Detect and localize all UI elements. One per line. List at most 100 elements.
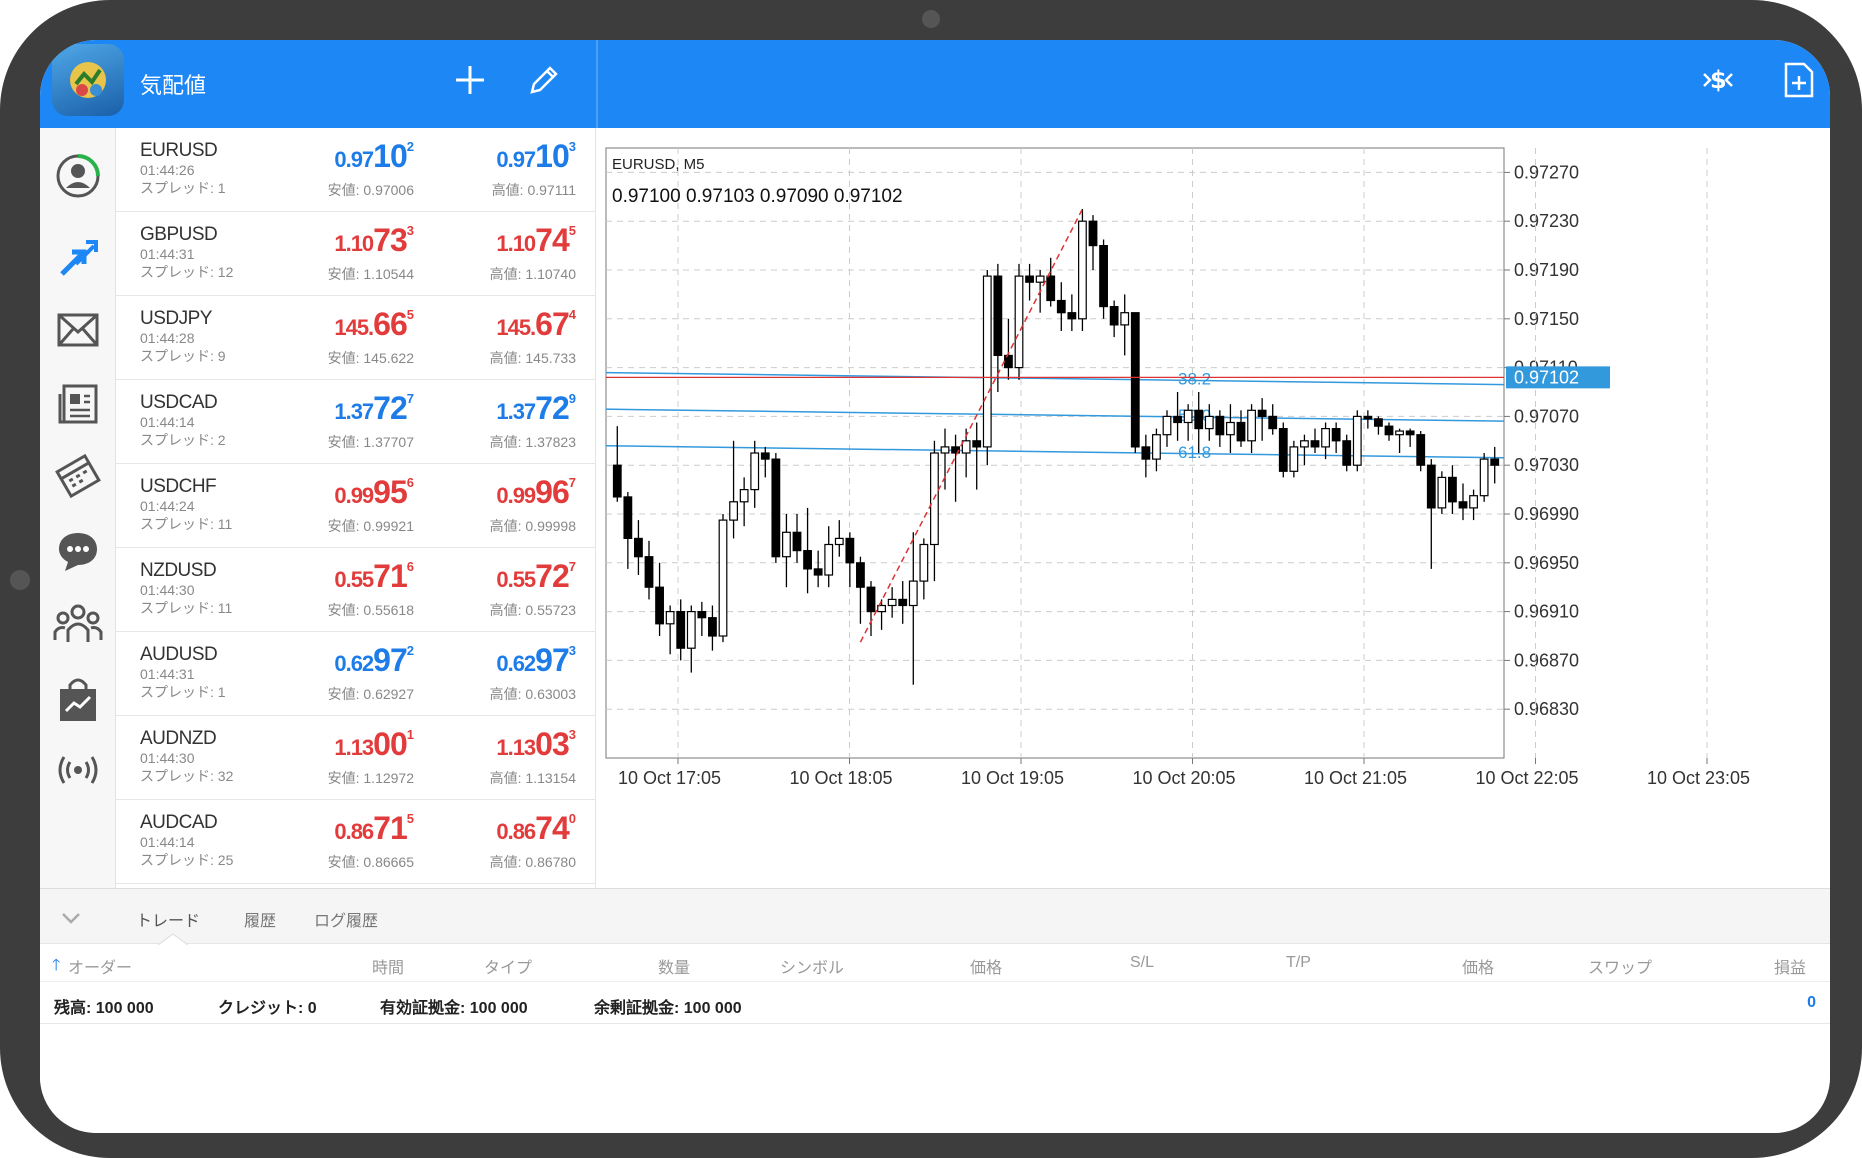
ask-prefix: 0.86: [496, 819, 536, 844]
fib-level-label: 61.8: [1178, 443, 1211, 462]
col-profit[interactable]: 損益: [1774, 954, 1806, 978]
bid-price[interactable]: 0.55716: [334, 558, 414, 595]
quote-row[interactable]: AUDCAD 01:44:14 スプレッド: 25 0.86715 0.86740 安値:…: [116, 800, 595, 884]
price-chart[interactable]: 0.972700.972300.971900.971500.971100.970…: [598, 128, 1830, 888]
bid-fraction: 5: [406, 307, 414, 322]
quote-low: 安値: 0.62927: [327, 686, 414, 702]
col-order[interactable]: オーダー: [68, 954, 132, 978]
quote-low: 安値: 1.10544: [327, 266, 414, 282]
quote-high: 高値: 145.733: [489, 350, 576, 366]
ask-price[interactable]: 0.97103: [496, 138, 576, 175]
ask-price[interactable]: 1.37729: [496, 390, 576, 427]
chat-icon[interactable]: [48, 522, 108, 582]
col-sl[interactable]: S/L: [1130, 954, 1154, 972]
quote-row[interactable]: AUDNZD 01:44:30 スプレッド: 32 1.13001 1.13033 安値:…: [116, 716, 595, 800]
order-columns: 🡑 オーダー 時間 タイプ 数量 シンボル 価格 S/L T/P 価格 スワップ…: [40, 944, 1830, 982]
chevron-down-icon[interactable]: [56, 903, 86, 933]
bid-price[interactable]: 0.97102: [334, 138, 414, 175]
quote-high: 高値: 0.99998: [489, 518, 576, 534]
tab-trade[interactable]: トレード: [136, 907, 200, 931]
candle-body: [1088, 220, 1098, 247]
quote-low: 安値: 145.622: [327, 350, 414, 366]
quote-high: 高値: 0.86780: [489, 854, 576, 870]
news-icon[interactable]: [48, 374, 108, 434]
col-tp[interactable]: T/P: [1286, 954, 1311, 972]
toolbox-panel: トレード 履歴 ログ履歴 🡑 オーダー 時間 タイプ 数量 シンボル 価格 S/…: [40, 888, 1830, 1133]
candle-body: [782, 531, 791, 558]
candle-body: [993, 275, 1003, 357]
ask-price[interactable]: 0.62973: [496, 642, 576, 679]
quote-symbol: EURUSD: [140, 140, 218, 161]
quote-symbol: GBPUSD: [140, 224, 218, 245]
add-symbol-icon[interactable]: [450, 60, 490, 100]
col-current-price[interactable]: 価格: [1462, 954, 1494, 978]
ask-price[interactable]: 1.10745: [496, 222, 576, 259]
bid-fraction: 1: [406, 727, 414, 742]
bid-price[interactable]: 1.37727: [334, 390, 414, 427]
bid-price[interactable]: 145.665: [334, 306, 414, 343]
chart-ohlc: 0.97100 0.97103 0.97090 0.97102: [612, 186, 903, 207]
col-time[interactable]: 時間: [372, 954, 404, 978]
header-divider: [596, 40, 598, 128]
candle-body: [1289, 446, 1299, 472]
candle-body: [1490, 458, 1500, 466]
bid-price[interactable]: 0.86715: [334, 810, 414, 847]
candle-body: [824, 543, 834, 576]
market-bag-icon[interactable]: [48, 670, 108, 730]
candle-body: [750, 452, 760, 491]
edit-pencil-icon[interactable]: [524, 60, 564, 100]
col-volume[interactable]: 数量: [658, 954, 690, 978]
quote-spread: スプレッド: 11: [140, 600, 233, 616]
chart-area[interactable]: 0.972700.972300.971900.971500.971100.970…: [598, 128, 1830, 888]
tab-history[interactable]: 履歴: [244, 907, 276, 931]
bid-price[interactable]: 1.10733: [334, 222, 414, 259]
quote-time: 01:44:30: [140, 750, 195, 766]
candle-body: [1469, 495, 1478, 509]
svg-text:$: $: [1710, 66, 1727, 94]
col-price[interactable]: 価格: [970, 954, 1002, 978]
ask-price[interactable]: 0.55727: [496, 558, 576, 595]
sort-arrow-icon[interactable]: 🡑: [52, 954, 60, 981]
candle-body: [665, 611, 675, 625]
ask-price[interactable]: 1.13033: [496, 726, 576, 763]
bid-price[interactable]: 1.13001: [334, 726, 414, 763]
tab-log-history[interactable]: ログ履歴: [314, 907, 378, 931]
quote-high: 高値: 0.97111: [491, 182, 576, 198]
quote-row[interactable]: USDCAD 01:44:14 スプレッド: 2 1.37727 1.37729 安値: …: [116, 380, 595, 464]
trade-dollar-icon[interactable]: $: [1698, 60, 1738, 100]
candle-body: [845, 537, 855, 564]
ask-pips: 74: [535, 810, 570, 846]
quote-row[interactable]: NZDUSD 01:44:30 スプレッド: 11 0.55716 0.55727 安値:…: [116, 548, 595, 632]
quote-low: 安値: 0.97006: [327, 182, 414, 198]
quote-row[interactable]: EURUSD 01:44:26 スプレッド: 1 0.97102 0.97103 安値: …: [116, 128, 595, 212]
candle-body: [1342, 440, 1352, 466]
col-symbol[interactable]: シンボル: [780, 954, 844, 978]
quote-low: 安値: 1.37707: [327, 434, 414, 450]
x-tick-label: 10 Oct 17:05: [618, 768, 721, 788]
candle-body: [739, 489, 749, 503]
new-order-icon[interactable]: [1778, 60, 1818, 100]
quote-row[interactable]: USDCHF 01:44:24 スプレッド: 11 0.99956 0.99967 安値:…: [116, 464, 595, 548]
app-logo-icon[interactable]: [52, 44, 124, 116]
bid-price[interactable]: 0.62972: [334, 642, 414, 679]
quote-row[interactable]: AUDUSD 01:44:31 スプレッド: 1 0.62972 0.62973 安値: …: [116, 632, 595, 716]
ask-price[interactable]: 0.86740: [496, 810, 576, 847]
left-nav: [40, 128, 116, 888]
signals-icon[interactable]: [48, 740, 108, 800]
calendar-icon[interactable]: [48, 446, 108, 506]
quote-row[interactable]: GBPUSD 01:44:31 スプレッド: 12 1.10733 1.10745 安値:…: [116, 212, 595, 296]
ask-price[interactable]: 145.674: [496, 306, 576, 343]
quote-row[interactable]: USDJPY 01:44:28 スプレッド: 9 145.665 145.674 安値: …: [116, 296, 595, 380]
x-tick-label: 10 Oct 21:05: [1304, 768, 1407, 788]
quote-low: 安値: 0.55618: [327, 602, 414, 618]
community-icon[interactable]: [48, 594, 108, 654]
bid-price[interactable]: 0.99956: [334, 474, 414, 511]
account-icon[interactable]: [48, 146, 108, 206]
bid-pips: 73: [373, 222, 408, 258]
col-type[interactable]: タイプ: [484, 954, 532, 978]
mail-icon[interactable]: [48, 300, 108, 360]
quotes-arrows-icon[interactable]: [48, 228, 108, 288]
ask-price[interactable]: 0.99967: [496, 474, 576, 511]
col-swap[interactable]: スワップ: [1588, 954, 1652, 978]
quote-symbol: USDJPY: [140, 308, 212, 329]
